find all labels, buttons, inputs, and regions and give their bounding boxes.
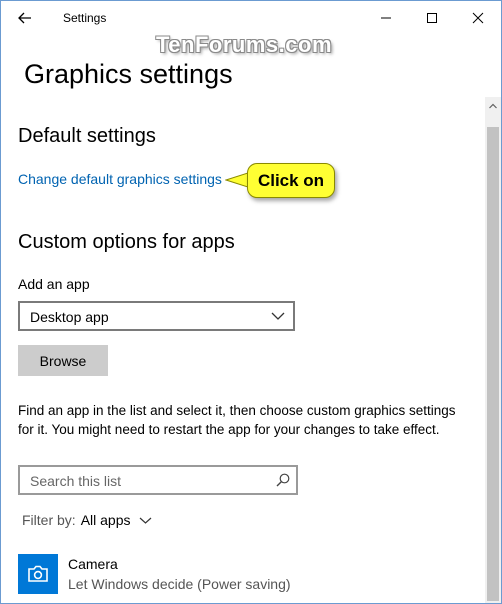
chevron-up-icon <box>489 103 497 109</box>
default-settings-heading: Default settings <box>18 125 156 147</box>
camera-icon <box>28 565 48 582</box>
close-button[interactable] <box>455 1 501 35</box>
filter-label: Filter by: <box>22 512 76 528</box>
minimize-icon <box>381 17 391 19</box>
settings-window: Settings TenForums.com Graphics settings… <box>0 0 502 604</box>
app-graphics-setting: Let Windows decide (Power saving) <box>68 576 291 592</box>
search-placeholder: Search this list <box>30 473 122 489</box>
change-default-graphics-link[interactable]: Change default graphics settings <box>18 171 222 187</box>
minimize-button[interactable] <box>363 1 409 35</box>
page-title: Graphics settings <box>24 59 233 89</box>
browse-button[interactable]: Browse <box>18 345 108 376</box>
close-icon <box>472 12 484 24</box>
title-bar: Settings <box>1 1 501 35</box>
watermark: TenForums.com <box>156 32 333 57</box>
add-app-label: Add an app <box>18 276 90 292</box>
app-type-selected: Desktop app <box>30 309 109 325</box>
scroll-thumb[interactable] <box>487 127 499 601</box>
app-type-dropdown[interactable]: Desktop app <box>18 301 295 331</box>
search-list-input[interactable]: Search this list <box>18 465 298 495</box>
list-item[interactable]: Camera Let Windows decide (Power saving) <box>18 551 478 597</box>
app-list-description: Find an app in the list and select it, t… <box>18 403 456 437</box>
custom-options-heading: Custom options for apps <box>18 231 235 253</box>
chevron-down-icon <box>271 312 285 320</box>
scroll-up-button[interactable] <box>485 97 501 115</box>
maximize-icon <box>427 13 437 23</box>
filter-value: All apps <box>80 512 131 528</box>
click-on-callout: Click on <box>247 163 335 198</box>
back-arrow-icon <box>18 12 31 24</box>
app-name: Camera <box>68 556 118 572</box>
chevron-down-icon <box>139 517 151 524</box>
search-icon[interactable] <box>276 473 290 487</box>
window-title: Settings <box>63 11 107 25</box>
maximize-button[interactable] <box>409 1 455 35</box>
scrollbar[interactable] <box>485 97 501 603</box>
app-tile <box>18 554 58 594</box>
back-button[interactable] <box>11 6 39 30</box>
filter-by-dropdown[interactable]: Filter by: All apps <box>22 512 152 528</box>
